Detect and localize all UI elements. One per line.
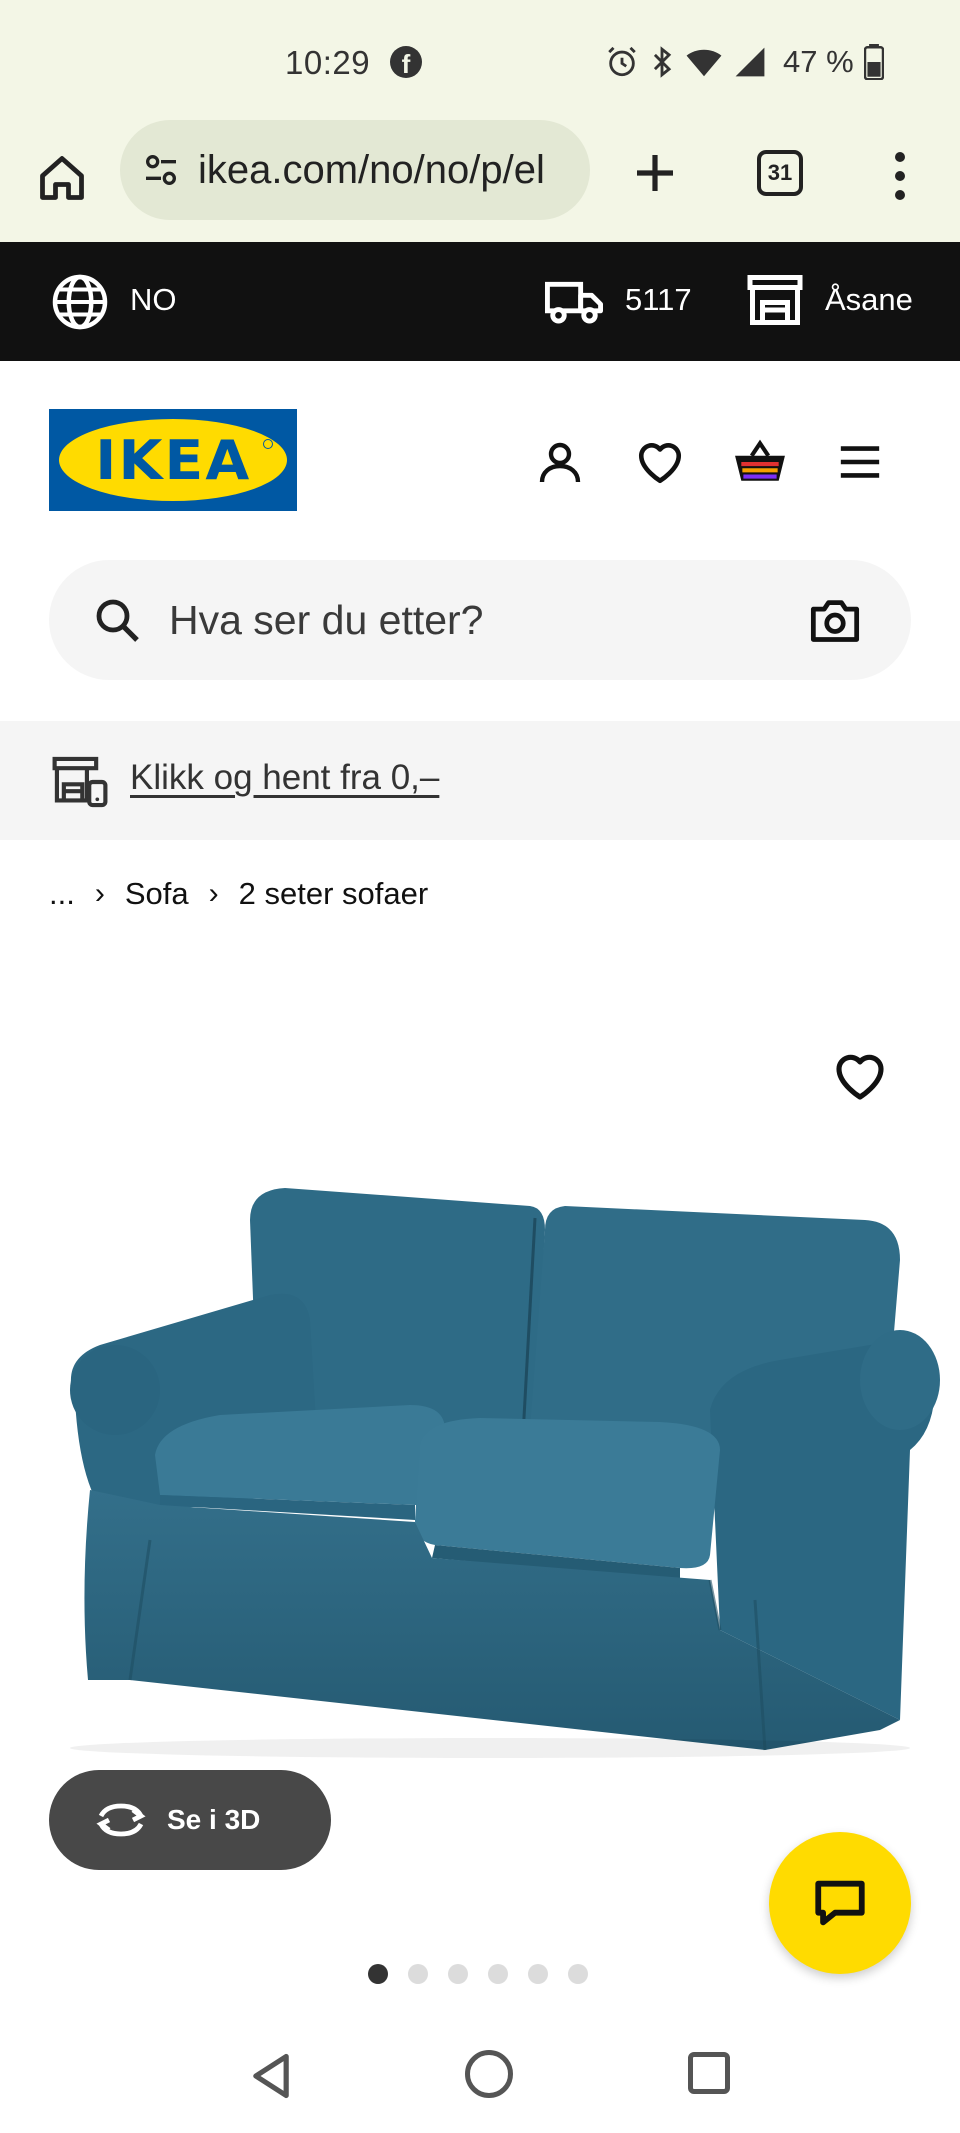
breadcrumb-item-2-seat-sofas[interactable]: 2 seter sofaer (239, 876, 429, 912)
click-collect-store-icon (52, 756, 108, 808)
shopping-basket-icon[interactable] (730, 432, 790, 492)
product-favourite-heart-icon[interactable] (832, 1048, 888, 1104)
delivery-postcode[interactable]: 5117 (625, 282, 692, 318)
delivery-truck-icon[interactable] (543, 274, 605, 330)
browser-toolbar: ikea.com/no/no/p/el 31 (0, 118, 960, 242)
rotate-3d-icon (96, 1803, 146, 1837)
search-bar[interactable] (49, 560, 911, 680)
address-bar[interactable]: ikea.com/no/no/p/el (120, 120, 590, 220)
more-menu-icon[interactable] (880, 148, 920, 204)
click-collect-banner: Klikk og hent fra 0,– (0, 721, 960, 840)
facebook-notification-icon: f (390, 46, 422, 79)
battery-percentage: 47 % (783, 44, 854, 79)
store-icon[interactable] (745, 270, 805, 330)
click-collect-link[interactable]: Klikk og hent fra 0,– (130, 758, 439, 798)
carousel-dot-5[interactable] (528, 1964, 548, 1984)
wishlist-heart-icon[interactable] (630, 432, 690, 492)
breadcrumb-item-sofa[interactable]: Sofa (125, 876, 189, 912)
status-time: 10:29 (285, 44, 371, 81)
carousel-dot-2[interactable] (408, 1964, 428, 1984)
carousel-dot-4[interactable] (488, 1964, 508, 1984)
recent-apps-icon[interactable] (688, 2052, 730, 2094)
view-in-3d-button[interactable]: Se i 3D (49, 1770, 331, 1870)
wifi-icon (686, 49, 722, 77)
globe-icon[interactable] (50, 272, 110, 332)
view-in-3d-label: Se i 3D (167, 1804, 261, 1835)
ikea-top-strip: NO 5117 Åsane (0, 242, 960, 361)
tab-switcher-button[interactable]: 31 (757, 150, 803, 196)
ikea-logo[interactable]: IKEA (49, 409, 297, 511)
status-icons: 47 % (605, 42, 884, 82)
chat-icon (815, 1880, 865, 1926)
battery-icon (863, 44, 884, 80)
carousel-dot-3[interactable] (448, 1964, 468, 1984)
back-icon[interactable] (245, 2050, 297, 2102)
search-input[interactable] (169, 584, 769, 656)
site-settings-icon[interactable] (138, 147, 184, 193)
signal-icon (735, 47, 765, 77)
carousel-dot-6[interactable] (568, 1964, 588, 1984)
bluetooth-icon (653, 46, 672, 78)
carousel-dot-1[interactable] (368, 1964, 388, 1984)
chevron-right-icon: › (208, 877, 219, 910)
android-navigation-bar (0, 2020, 960, 2133)
chat-button[interactable] (769, 1832, 911, 1974)
chevron-right-icon: › (94, 877, 105, 910)
account-icon[interactable] (530, 432, 590, 492)
status-bar: 10:29 f 47 % (0, 0, 960, 118)
product-image-sofa[interactable] (20, 1160, 950, 1760)
breadcrumb: ... › Sofa › 2 seter sofaer (49, 872, 428, 916)
logo-text: IKEA (94, 428, 252, 492)
country-selector[interactable]: NO (130, 282, 177, 318)
search-icon (96, 599, 139, 642)
hamburger-menu-icon[interactable] (830, 432, 890, 492)
url-text: ikea.com/no/no/p/el (198, 147, 545, 192)
image-carousel-dots (368, 1964, 588, 1984)
new-tab-icon[interactable] (622, 140, 688, 206)
camera-search-icon[interactable] (809, 594, 861, 646)
home-icon[interactable] (28, 144, 96, 212)
home-nav-icon[interactable] (465, 2050, 513, 2098)
breadcrumb-ellipsis[interactable]: ... (49, 876, 75, 912)
alarm-icon (608, 46, 636, 77)
selected-store[interactable]: Åsane (825, 282, 913, 318)
